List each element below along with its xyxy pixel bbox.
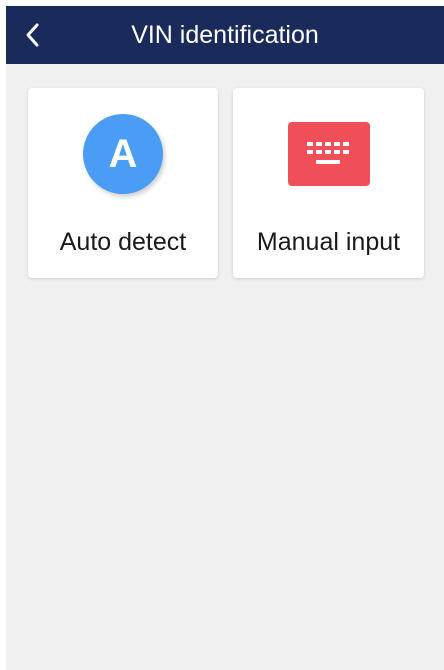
auto-detect-icon: A (83, 114, 163, 194)
keyboard-icon (287, 122, 370, 186)
back-button[interactable] (18, 18, 48, 52)
auto-detect-label: Auto detect (59, 228, 187, 256)
chevron-left-icon (26, 23, 39, 47)
manual-input-label: Manual input (256, 228, 401, 256)
manual-input-button[interactable]: Manual input (233, 88, 424, 278)
app-screen: VIN identification A Auto detect Manual … (6, 6, 444, 670)
auto-detect-button[interactable]: A Auto detect (28, 88, 218, 278)
auto-detect-icon-letter: A (108, 131, 138, 176)
keyboard-keys-graphic (306, 142, 349, 164)
page-title: VIN identification (131, 21, 319, 49)
top-bar: VIN identification (6, 6, 444, 64)
